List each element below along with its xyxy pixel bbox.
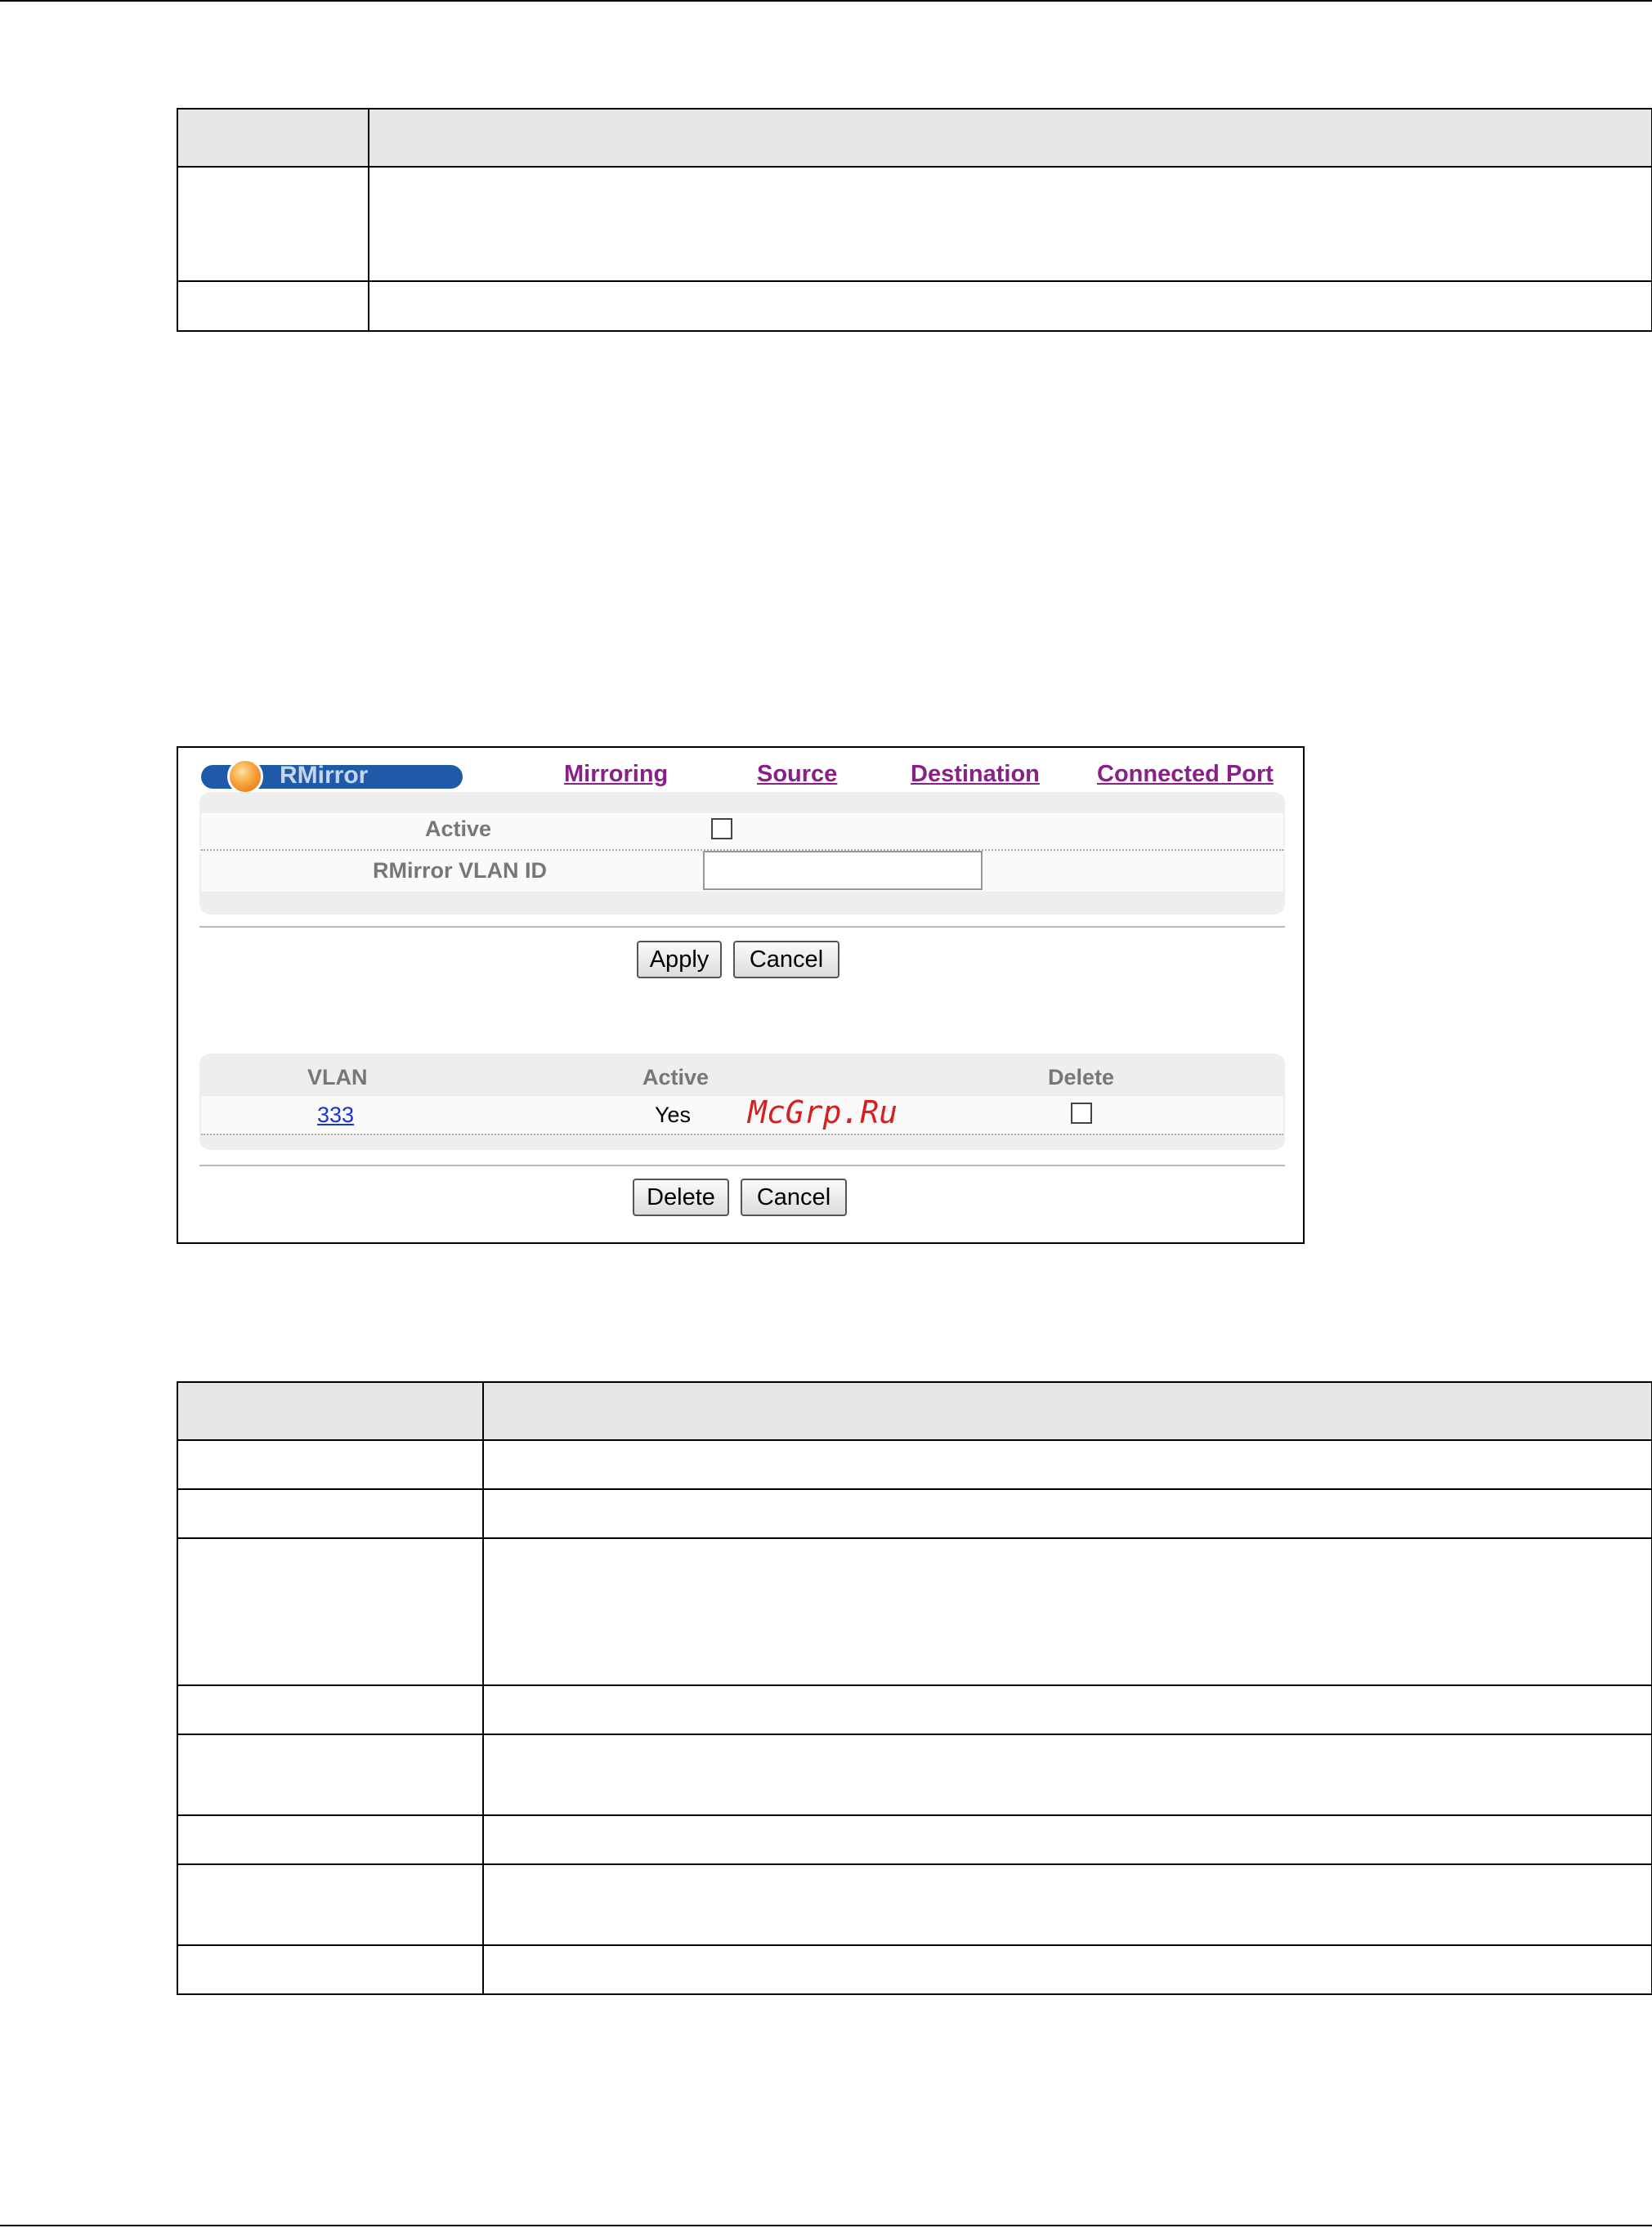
table-row bbox=[177, 1488, 1652, 1539]
orb-icon bbox=[227, 758, 263, 794]
vlan-link[interactable]: 333 bbox=[317, 1103, 354, 1128]
column-header-active: Active bbox=[642, 1065, 710, 1089]
screen-title: RMirror bbox=[280, 762, 369, 789]
table-row bbox=[177, 1734, 1652, 1816]
cancel-button[interactable]: Cancel bbox=[733, 941, 839, 978]
active-value: Yes bbox=[655, 1103, 692, 1127]
active-checkbox[interactable] bbox=[711, 818, 732, 839]
table-bottom bbox=[177, 1381, 1652, 1995]
row-divider bbox=[201, 1134, 1283, 1135]
vlan-id-label: RMirror VLAN ID bbox=[373, 858, 548, 883]
table-row bbox=[177, 1684, 1652, 1735]
tab-connected-port[interactable]: Connected Port bbox=[1097, 761, 1274, 788]
table-row bbox=[201, 1096, 1283, 1134]
active-label: Active bbox=[425, 816, 492, 841]
separator bbox=[199, 1165, 1285, 1166]
table-row bbox=[177, 166, 1652, 282]
delete-button[interactable]: Delete bbox=[633, 1179, 729, 1216]
separator bbox=[199, 926, 1285, 928]
cancel-button[interactable]: Cancel bbox=[741, 1179, 847, 1216]
table-row bbox=[177, 1537, 1652, 1686]
table-top bbox=[177, 108, 1652, 332]
apply-button[interactable]: Apply bbox=[637, 941, 722, 978]
column-header-delete: Delete bbox=[1048, 1065, 1115, 1089]
page-bottom-rule bbox=[0, 2225, 1652, 2226]
rmirror-screen: RMirror Mirroring Source Destination Con… bbox=[177, 746, 1305, 1244]
watermark: McGrp.Ru bbox=[748, 1094, 898, 1130]
delete-checkbox[interactable] bbox=[1071, 1103, 1092, 1124]
table-row bbox=[177, 1863, 1652, 1946]
table-top-header-row bbox=[177, 108, 1652, 168]
tab-destination[interactable]: Destination bbox=[911, 761, 1040, 788]
table-row bbox=[177, 1439, 1652, 1490]
vlan-id-input[interactable] bbox=[703, 851, 983, 890]
table-row bbox=[177, 280, 1652, 332]
table-row bbox=[177, 1944, 1652, 1995]
table-bottom-header-row bbox=[177, 1381, 1652, 1441]
tab-mirroring[interactable]: Mirroring bbox=[564, 761, 668, 788]
tab-source[interactable]: Source bbox=[757, 761, 837, 788]
table-row bbox=[177, 1814, 1652, 1865]
page-top-rule bbox=[0, 0, 1652, 2]
column-header-vlan: VLAN bbox=[307, 1065, 368, 1089]
